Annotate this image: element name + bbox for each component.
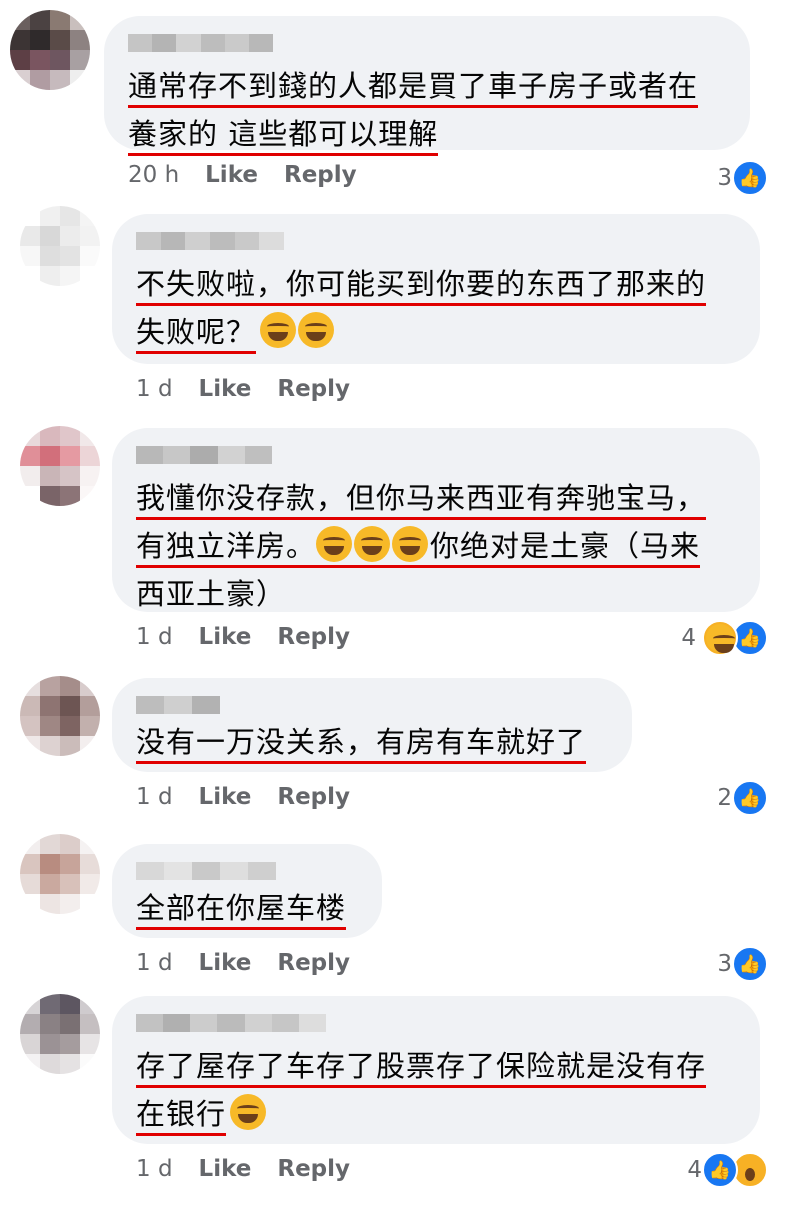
tears-of-joy-emoji-icon (392, 526, 429, 562)
like-icon: 👍 (732, 946, 768, 982)
like-link[interactable]: Like (199, 1156, 252, 1182)
comment-line: 有独立洋房。 (136, 529, 317, 563)
comment-bubble: 不失败啦，你可能买到你要的东西了那来的 失败呢？ (112, 214, 760, 364)
like-icon: 👍 (732, 160, 768, 196)
tears-of-joy-emoji-icon (230, 1094, 267, 1130)
commenter-name-blurred[interactable] (136, 696, 220, 714)
timestamp[interactable]: 1 d (136, 784, 173, 810)
like-link[interactable]: Like (199, 950, 252, 976)
comment-bubble: 全部在你屋车楼 (112, 844, 382, 938)
comment-line: 失败呢？ (136, 315, 257, 354)
avatar[interactable] (10, 10, 90, 90)
timestamp[interactable]: 20 h (128, 162, 179, 188)
comment-text: 我懂你没存款，但你马来西亚有奔驰宝马， 有独立洋房。 你绝对是土豪（马来 西亚土豪… (136, 474, 738, 618)
avatar[interactable] (20, 206, 100, 286)
timestamp[interactable]: 1 d (136, 1156, 173, 1182)
comment-meta: 1 d Like Reply (136, 784, 376, 810)
commenter-name-blurred[interactable] (136, 1014, 326, 1032)
comment-line: 没有一万没关系，有房有车就好了 (136, 725, 587, 764)
commenter-name-blurred[interactable] (136, 232, 285, 250)
haha-icon (702, 620, 738, 656)
avatar[interactable] (20, 994, 100, 1074)
timestamp[interactable]: 1 d (136, 624, 173, 650)
timestamp[interactable]: 1 d (136, 950, 173, 976)
commenter-name-blurred[interactable] (136, 862, 276, 880)
reaction-count: 4 (687, 1157, 702, 1183)
timestamp[interactable]: 1 d (136, 376, 173, 402)
comment-line: 在银行 (136, 1097, 227, 1136)
tears-of-joy-emoji-icon (260, 312, 297, 348)
reply-link[interactable]: Reply (277, 784, 350, 810)
comment-text: 全部在你屋车楼 (136, 884, 360, 932)
avatar[interactable] (20, 676, 100, 756)
like-icon: 👍 (702, 1152, 738, 1188)
comment-text: 不失败啦，你可能买到你要的东西了那来的 失败呢？ (136, 260, 738, 356)
comment-text: 通常存不到錢的人都是買了車子房子或者在 養家的 這些都可以理解 (128, 62, 728, 158)
avatar[interactable] (20, 426, 100, 506)
like-link[interactable]: Like (199, 376, 252, 402)
comment-meta: 20 h Like Reply (128, 162, 383, 188)
comment-meta: 1 d Like Reply (136, 376, 376, 402)
comment-meta: 1 d Like Reply (136, 950, 376, 976)
reaction-summary[interactable]: 2 👍 (717, 780, 768, 816)
reply-link[interactable]: Reply (277, 624, 350, 650)
reply-link[interactable]: Reply (277, 1156, 350, 1182)
comment-bubble: 通常存不到錢的人都是買了車子房子或者在 養家的 這些都可以理解 (104, 16, 750, 156)
comment-line: 通常存不到錢的人都是買了車子房子或者在 (128, 69, 699, 108)
comment-line: 養家的 這些都可以理解 (128, 117, 439, 156)
comment-text: 没有一万没关系，有房有车就好了 (136, 718, 610, 766)
tears-of-joy-emoji-icon (316, 526, 353, 562)
reaction-count: 3 (717, 951, 732, 977)
comment-line: 全部在你屋车楼 (136, 891, 347, 930)
comment-line: 我懂你没存款，但你马来西亚有奔驰宝马， (136, 481, 707, 520)
comment-bubble: 我懂你没存款，但你马来西亚有奔驰宝马， 有独立洋房。 你绝对是土豪（马来 西亚土豪… (112, 428, 760, 612)
comment-line: 你绝对是土豪（马来 (430, 529, 701, 563)
comment-text: 存了屋存了车存了股票存了保险就是没有存 在银行 (136, 1042, 738, 1138)
reaction-summary[interactable]: 4 👍 (681, 620, 768, 656)
reply-link[interactable]: Reply (277, 376, 350, 402)
reaction-count: 3 (717, 165, 732, 191)
comment-line: 不失败啦，你可能买到你要的东西了那来的 (136, 267, 707, 306)
reaction-summary[interactable]: 3 👍 (717, 946, 768, 982)
avatar[interactable] (20, 834, 100, 914)
comment-bubble: 存了屋存了车存了股票存了保险就是没有存 在银行 (112, 996, 760, 1144)
reaction-summary[interactable]: 3 👍 (717, 160, 768, 196)
comment-bubble: 没有一万没关系，有房有车就好了 (112, 678, 632, 772)
like-link[interactable]: Like (205, 162, 258, 188)
reply-link[interactable]: Reply (277, 950, 350, 976)
reaction-count: 2 (717, 785, 732, 811)
commenter-name-blurred[interactable] (136, 446, 273, 464)
comment-meta: 1 d Like Reply (136, 624, 376, 650)
like-link[interactable]: Like (199, 784, 252, 810)
like-link[interactable]: Like (199, 624, 252, 650)
commenter-name-blurred[interactable] (128, 34, 274, 52)
comment-line: 西亚土豪） (136, 577, 287, 611)
reaction-count: 4 (681, 625, 696, 651)
tears-of-joy-emoji-icon (354, 526, 391, 562)
comment-line: 存了屋存了车存了股票存了保险就是没有存 (136, 1049, 707, 1088)
reaction-summary[interactable]: 4 👍 (687, 1152, 768, 1188)
like-icon: 👍 (732, 780, 768, 816)
reply-link[interactable]: Reply (284, 162, 357, 188)
tears-of-joy-emoji-icon (298, 312, 335, 348)
comment-meta: 1 d Like Reply (136, 1156, 376, 1182)
